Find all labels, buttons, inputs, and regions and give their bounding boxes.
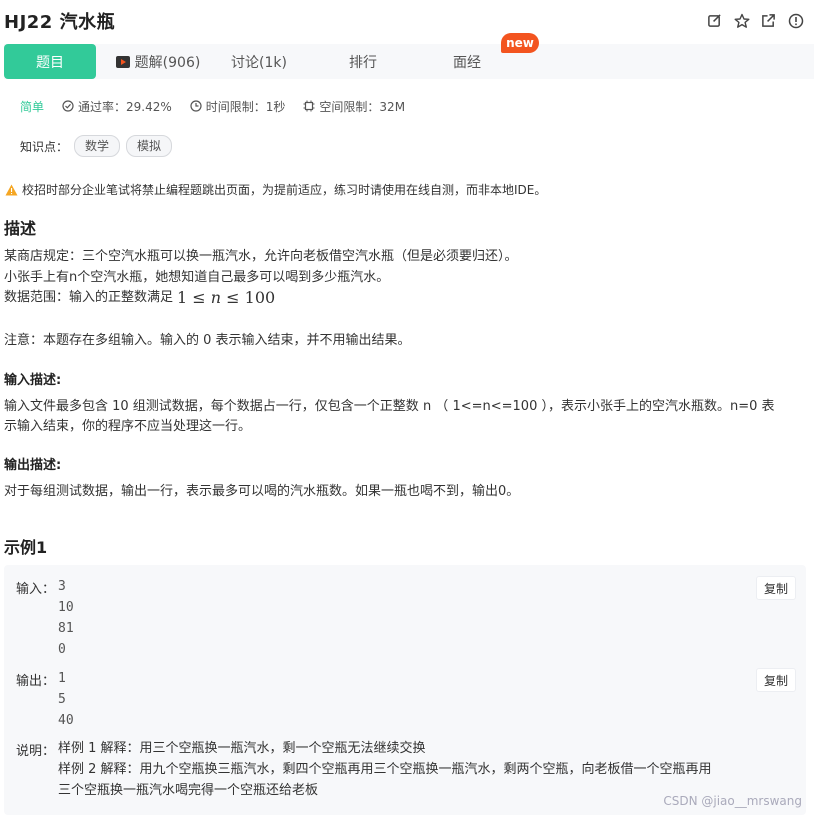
- tab-ranking[interactable]: 排行: [320, 44, 406, 79]
- data-range: 数据范围：输入的正整数满足 1 ≤ n ≤ 100: [4, 288, 276, 307]
- copy-output-button[interactable]: 复制: [756, 668, 796, 692]
- description-line-1: 某商店规定：三个空汽水瓶可以换一瓶汽水，允许向老板借空汽水瓶（但是必须要归还）。: [4, 249, 518, 264]
- output-line: 5: [58, 692, 66, 707]
- clock-icon: [190, 100, 202, 112]
- explain-line: 三个空瓶换一瓶汽水喝完得一个空瓶还给老板: [58, 783, 319, 798]
- chip-icon: [303, 100, 315, 112]
- example-input-label: 输入：: [16, 582, 56, 597]
- explain-line: 样例 1 解释：用三个空瓶换一瓶汽水，剩一个空瓶无法继续交换: [58, 741, 426, 756]
- video-icon: [115, 55, 130, 68]
- knowledge-points: 知识点： 数学 模拟: [20, 135, 173, 157]
- star-icon[interactable]: [733, 12, 750, 29]
- tag-simulation[interactable]: 模拟: [126, 135, 173, 157]
- tab-solutions[interactable]: 题解(906): [108, 44, 208, 79]
- knowledge-label: 知识点：: [20, 139, 69, 154]
- edit-icon[interactable]: [706, 12, 723, 29]
- input-line: 0: [58, 642, 66, 657]
- warning-icon: [5, 184, 18, 195]
- output-desc-line-1: 对于每组测试数据，输出一行，表示最多可以喝的汽水瓶数。如果一瓶也喝不到，输出0。: [4, 484, 520, 499]
- time-limit: 时间限制：1秒: [190, 98, 285, 115]
- example-heading: 示例1: [4, 538, 48, 557]
- output-line: 40: [58, 713, 74, 728]
- header-actions: [706, 12, 804, 29]
- range-formula: 1 ≤ n ≤ 100: [177, 288, 276, 307]
- pass-rate: 通过率：29.42%: [62, 98, 172, 115]
- example-output: 1 5 40: [58, 668, 74, 731]
- difficulty-label: 简单: [20, 99, 45, 114]
- check-circle-icon: [62, 100, 74, 112]
- input-desc-line-1: 输入文件最多包含 10 组测试数据，每个数据占一行，仅包含一个正整数 n （ 1…: [4, 399, 775, 414]
- space-limit: 空间限制：32M: [303, 98, 405, 115]
- tab-interview[interactable]: 面经: [424, 44, 510, 79]
- watermark: CSDN @jiao__mrswang: [663, 794, 802, 808]
- description-heading: 描述: [4, 219, 37, 238]
- output-desc-heading: 输出描述:: [4, 458, 62, 473]
- tag-math[interactable]: 数学: [74, 135, 121, 157]
- multi-input-note: 注意：本题存在多组输入。输入的 0 表示输入结束，并不用输出结果。: [4, 333, 411, 348]
- example-input: 3 10 81 0: [58, 576, 74, 660]
- input-line: 81: [58, 621, 74, 636]
- input-desc-line-2: 示输入结束，你的程序不应当处理这一行。: [4, 419, 252, 434]
- example-explain-label: 说明：: [16, 744, 56, 759]
- description-line-2: 小张手上有n个空汽水瓶，她想知道自己最多可以喝到多少瓶汽水。: [4, 270, 390, 285]
- copy-input-button[interactable]: 复制: [756, 576, 796, 600]
- input-line: 3: [58, 579, 66, 594]
- input-desc-heading: 输入描述:: [4, 373, 62, 388]
- problem-meta: 简单 通过率：29.42% 时间限制：1秒 空间限制：32M: [20, 98, 423, 114]
- output-line: 1: [58, 671, 66, 686]
- explain-line: 样例 2 解释：用九个空瓶换三瓶汽水，剩四个空瓶再用三个空瓶换一瓶汽水，剩两个空…: [58, 762, 712, 777]
- share-icon[interactable]: [760, 12, 777, 29]
- example-output-label: 输出：: [16, 674, 56, 689]
- warning-notice: 校招时部分企业笔试将禁止编程题跳出页面，为提前适应，练习时请使用在线自测，而非本…: [5, 181, 546, 198]
- info-icon[interactable]: [787, 12, 804, 29]
- example-explanation: 样例 1 解释：用三个空瓶换一瓶汽水，剩一个空瓶无法继续交换 样例 2 解释：用…: [58, 738, 712, 801]
- tab-problem[interactable]: 题目: [4, 44, 96, 79]
- page-title: HJ22 汽水瓶: [4, 12, 116, 33]
- new-badge: new: [501, 33, 539, 53]
- tab-bar: 题目 题解(906) 讨论(1k) 排行 面经: [4, 44, 814, 79]
- tab-discussion[interactable]: 讨论(1k): [216, 44, 302, 79]
- input-line: 10: [58, 600, 74, 615]
